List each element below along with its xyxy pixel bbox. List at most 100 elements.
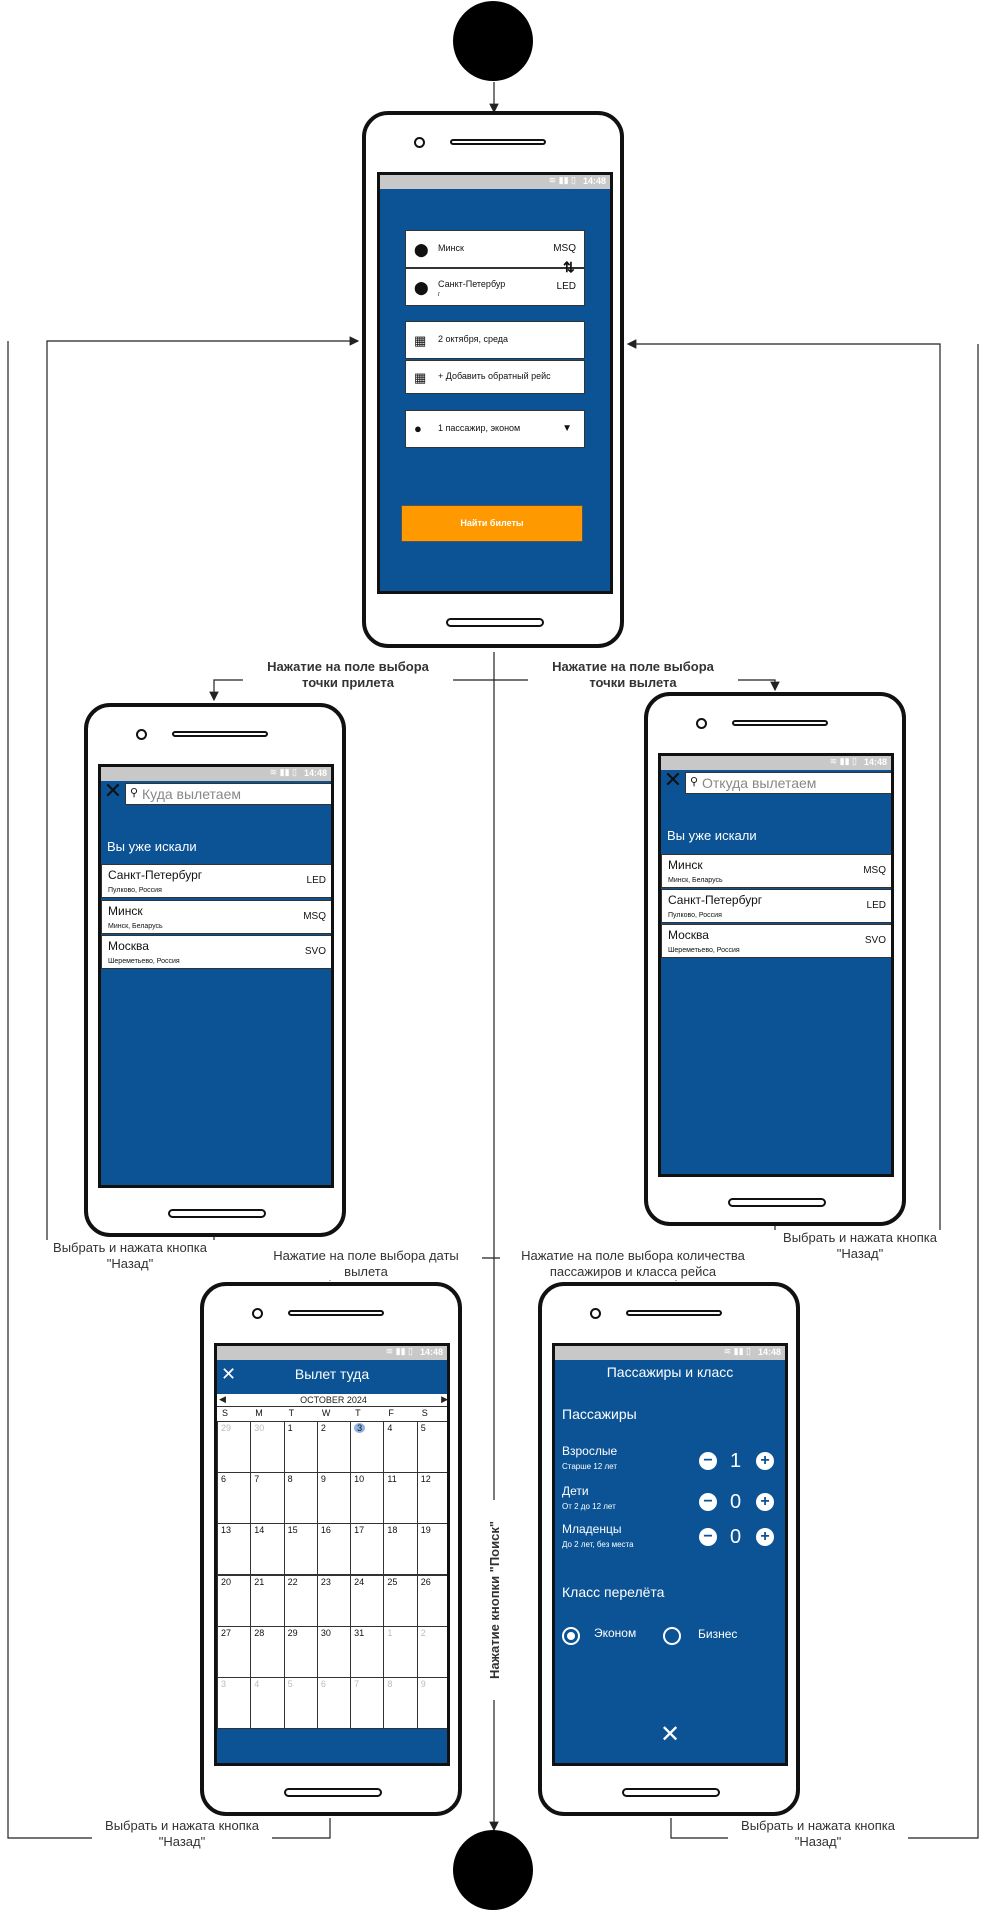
passengers-phone: ≋ ▮▮ ▯ 14:48 Пассажиры и класс Пассажиры… [538,1282,800,1816]
weekday-label: T [355,1408,361,1418]
recent-item[interactable]: Москва Шереметьево, Россия SVO [101,935,331,969]
calendar-day[interactable]: 15 [283,1523,318,1576]
speaker-grille [288,1310,384,1316]
signal-icon: ≋ ▮▮ ▯ [548,175,576,185]
signal-icon: ≋ ▮▮ ▯ [829,756,857,766]
calendar-day[interactable]: 4 [250,1676,285,1729]
status-bar: ≋ ▮▮ ▯ 14:48 [555,1346,785,1360]
recent-header: Вы уже искали [107,839,197,854]
camera-icon [252,1308,263,1319]
to-field[interactable]: ⬤ Санкт-Петербур г LED [405,268,585,306]
infants-label: Младенцы [562,1522,622,1536]
person-icon: ● [414,421,422,436]
calendar-day[interactable]: 9 [416,1676,447,1729]
status-bar: ≋ ▮▮ ▯ 14:48 [217,1346,447,1360]
calendar-day[interactable]: 18 [383,1523,418,1576]
calendar-day[interactable]: 13 [217,1523,252,1576]
calendar-day[interactable]: 4 [383,1421,418,1474]
calendar-day[interactable]: 12 [416,1472,447,1525]
calendar-day[interactable]: 5 [283,1676,318,1729]
calendar-day[interactable]: 21 [250,1574,285,1627]
camera-icon [414,137,425,148]
return-text: + Добавить обратный рейс [438,371,551,381]
to-code: LED [556,281,576,292]
calendar-day[interactable]: 3 [217,1676,252,1729]
month-label: OCTOBER 2024 [300,1395,367,1405]
calendar-day[interactable]: 24 [350,1574,385,1627]
calendar-day[interactable]: 29 [217,1421,252,1474]
calendar-day[interactable]: 26 [416,1574,447,1627]
calendar-day[interactable]: 5 [416,1421,447,1474]
calendar-day[interactable]: 17 [350,1523,385,1576]
calendar-day[interactable]: 8 [383,1676,418,1729]
calendar-day[interactable]: 7 [250,1472,285,1525]
calendar-icon: ▦ [414,370,427,385]
passengers-field[interactable]: ● 1 пассажир, эконом ▼ [405,410,585,448]
to-phone: ≋ ▮▮ ▯ 14:48 ✕ ⚲ Куда вылетаем Вы уже ис… [84,703,346,1237]
calendar-day[interactable]: 7 [350,1676,385,1729]
find-tickets-button[interactable]: Найти билеты [401,505,583,542]
recent-item[interactable]: Минск Минск, Беларусь MSQ [101,900,331,934]
plus-icon[interactable]: + [756,1528,774,1546]
recent-item[interactable]: Минск Минск, Беларусь MSQ [661,854,891,888]
edge-label-pax: Нажатие на поле выбора количества пассаж… [500,1248,766,1280]
pax-header: Пассажиры [562,1406,637,1422]
from-field[interactable]: ⬤ Минск MSQ [405,230,585,268]
calendar-day[interactable]: 2 [416,1625,447,1678]
to-search-input[interactable]: ⚲ Куда вылетаем [125,783,331,805]
calendar-day[interactable]: 10 [350,1472,385,1525]
calendar-day[interactable]: 22 [283,1574,318,1627]
calendar-day[interactable]: 1 [383,1625,418,1678]
speaker-grille [172,731,268,737]
minus-icon[interactable]: − [699,1452,717,1470]
status-time: 14:48 [419,1347,443,1357]
plus-icon[interactable]: + [756,1493,774,1511]
economy-label: Эконом [594,1626,637,1640]
recent-item[interactable]: Санкт-Петербург Пулково, Россия LED [661,889,891,923]
calendar-day[interactable]: 2 [316,1421,352,1474]
calendar-day[interactable]: 31 [350,1625,385,1678]
recent-item[interactable]: Москва Шереметьево, Россия SVO [661,924,891,958]
close-icon[interactable]: ✕ [660,1720,680,1749]
calendar-day[interactable]: 3 [350,1421,385,1474]
camera-icon [696,718,707,729]
calendar-day[interactable]: 1 [283,1421,318,1474]
chevron-down-icon: ▼ [562,423,572,434]
calendar-day[interactable]: 20 [217,1574,252,1627]
calendar-day[interactable]: 6 [316,1676,352,1729]
calendar-title: Вылет туда [294,1366,370,1382]
minus-icon[interactable]: − [699,1493,717,1511]
calendar-day[interactable]: 8 [283,1472,318,1525]
swap-icon[interactable]: ⇅ [563,259,575,276]
economy-radio[interactable] [562,1627,580,1645]
calendar-day[interactable]: 11 [383,1472,418,1525]
calendar-day[interactable]: 6 [217,1472,252,1525]
business-radio[interactable] [663,1627,681,1645]
edge-label-back-calendar: Выбрать и нажата кнопка "Назад" [92,1818,272,1850]
calendar-day[interactable]: 19 [416,1523,447,1576]
close-icon[interactable]: ✕ [102,780,124,803]
calendar-day[interactable]: 30 [250,1421,285,1474]
from-search-input[interactable]: ⚲ Откуда вылетаем [685,772,891,794]
calendar-day[interactable]: 16 [316,1523,352,1576]
minus-icon[interactable]: − [699,1528,717,1546]
from-phone: ≋ ▮▮ ▯ 14:48 ✕ ⚲ Откуда вылетаем Вы уже … [644,692,906,1226]
close-icon[interactable]: ✕ [662,769,684,792]
plus-icon[interactable]: + [756,1452,774,1470]
calendar-day[interactable]: 29 [283,1625,318,1678]
recent-item[interactable]: Санкт-Петербург Пулково, Россия LED [101,864,331,898]
from-city: Минск [438,243,464,253]
calendar-day[interactable]: 27 [217,1625,252,1678]
next-month-icon[interactable]: ▶ [441,1394,447,1405]
calendar-day[interactable]: 14 [250,1523,285,1576]
calendar-day[interactable]: 30 [316,1625,352,1678]
camera-icon [590,1308,601,1319]
calendar-day[interactable]: 25 [383,1574,418,1627]
to-city: Санкт-Петербур [438,279,506,289]
calendar-day[interactable]: 9 [316,1472,352,1525]
return-field[interactable]: ▦ + Добавить обратный рейс [405,360,585,394]
date-field[interactable]: ▦ 2 октября, среда [405,321,585,359]
calendar-day[interactable]: 23 [316,1574,352,1627]
calendar-day[interactable]: 28 [250,1625,285,1678]
adults-sub: Старше 12 лет [562,1462,617,1471]
